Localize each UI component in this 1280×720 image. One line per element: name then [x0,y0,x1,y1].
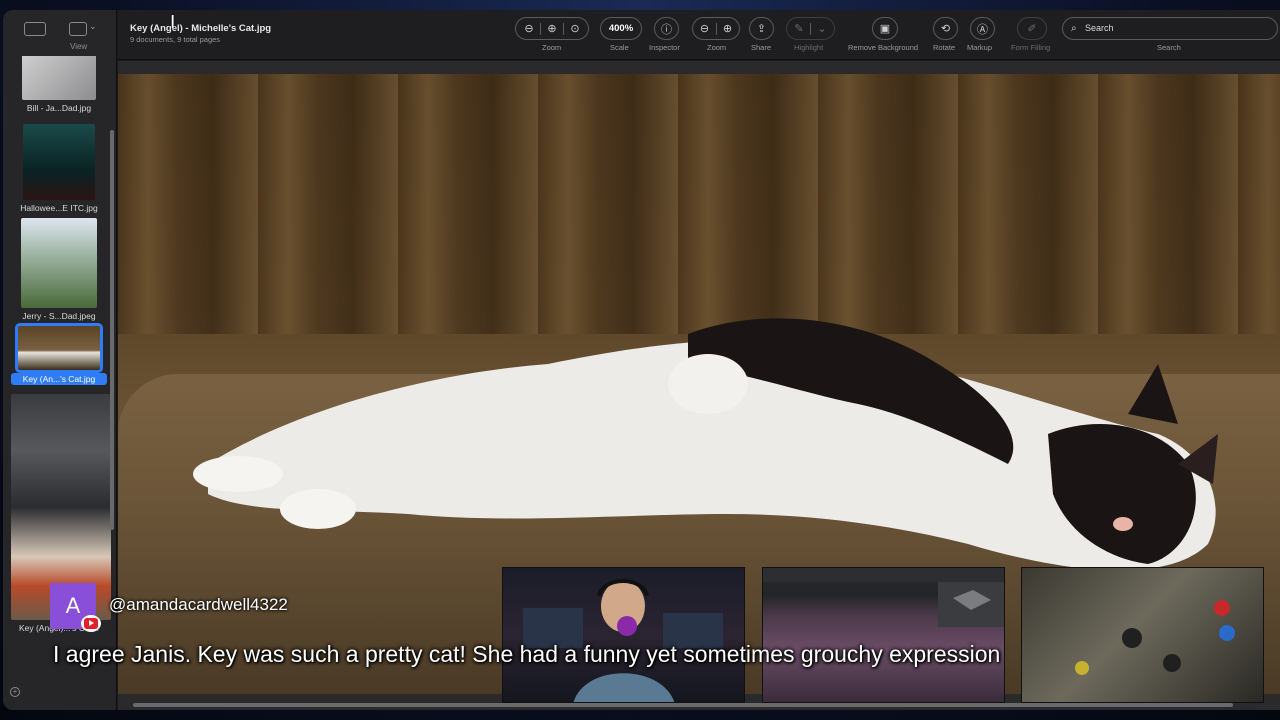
info-icon: ⓘ [661,23,672,36]
thumbnail-item[interactable]: Jerry - S...Dad.jpeg [11,218,107,321]
zoom-fit-icon[interactable]: ⊙ [564,22,586,35]
view-menu-icon[interactable] [69,22,87,36]
screen-capture-preview [763,568,1004,627]
sidebar-scrollbar[interactable] [110,130,114,530]
thumbnail-image [21,218,97,308]
inspector-button[interactable]: ⓘ [654,17,679,40]
thumbnail-image [15,323,103,373]
zoom-out-icon[interactable]: ⊖ [518,22,540,35]
document-title: Key (Angel) - Michelle's Cat.jpg [130,23,272,34]
highlight-button[interactable]: ✎ ⌄ [786,17,835,40]
thumbnail-image [22,56,96,100]
remove-background-button[interactable]: ▣ [872,17,898,40]
webcam-feed-desk [1021,567,1264,703]
thumbnail-caption: Key (An...'s Cat.jpg [11,373,107,385]
search-label: Search [1157,43,1181,52]
chat-message: I agree Janis. Key was such a pretty cat… [53,641,1001,667]
cat-illustration [193,318,1218,571]
sidebar-header: ⌄ View [3,10,116,54]
view-label: View [70,42,88,51]
rotate-icon: ⟲ [940,23,951,35]
search-placeholder: Search [1085,23,1114,33]
search-icon: ⌕ [1071,23,1077,34]
zoom-in-icon[interactable]: ⊕ [541,22,563,35]
markup-label: Markup [967,43,993,52]
markup-icon: Ⓐ [977,23,988,36]
highlighter-icon: ✎ [794,23,804,35]
screen: ⌄ View Bill - Ja...Dad.jpg Hallowee...E … [0,0,1280,720]
add-page-icon[interactable]: + [10,687,20,697]
sidebar-toggle-icon[interactable] [24,22,46,36]
thumbnail-item-selected[interactable]: Key (An...'s Cat.jpg [11,323,107,385]
screen-capture-feed [762,567,1005,703]
scale-value[interactable]: 400% [609,23,633,34]
scale-field[interactable]: 400% [600,17,642,40]
zoom2-control-group[interactable]: ⊖ ⊕ [692,17,740,40]
share-button[interactable]: ⇪ [749,17,774,40]
zoom-label: Zoom [542,43,562,52]
horizontal-scrollbar[interactable] [133,703,1233,707]
thumbnail-item[interactable]: Hallowee...E ITC.jpg [11,124,107,213]
text-cursor-icon: I [170,12,176,33]
rotate-button[interactable]: ⟲ [933,17,958,40]
form-filling-label: Form Filling [1011,43,1051,52]
chevron-down-icon[interactable]: ⌄ [811,22,833,35]
chevron-down-icon[interactable]: ⌄ [89,21,97,32]
zoom2-label: Zoom [707,43,727,52]
thumbnail-item[interactable]: Bill - Ja...Dad.jpg [11,56,107,113]
document-subtitle: 9 documents, 9 total pages [130,35,221,44]
thumbnail-caption: Hallowee...E ITC.jpg [20,203,98,213]
inspector-label: Inspector [649,43,680,52]
scale-label: Scale [610,43,629,52]
thumbnail-caption: Jerry - S...Dad.jpeg [22,311,96,321]
share-icon: ⇪ [756,23,767,35]
zoom-out-icon[interactable]: ⊖ [694,22,716,35]
webcam-feed-presenter [502,567,745,703]
remove-background-label: Remove Background [848,43,919,52]
form-filling-icon: ✐ [1027,23,1037,35]
share-label: Share [751,43,772,52]
thumbnail-image [23,124,95,200]
youtube-icon [81,615,101,632]
markup-button[interactable]: Ⓐ [970,17,995,40]
thumbnail-caption: Bill - Ja...Dad.jpg [26,103,92,113]
search-input[interactable]: ⌕ Search [1062,17,1278,40]
desk-camera-preview [1075,600,1235,675]
chat-username: @amandacardwell4322 [109,595,288,614]
highlight-label: Highlight [794,43,824,52]
presenter-silhouette [523,579,723,702]
zoom-control-group[interactable]: ⊖ ⊕ ⊙ [515,17,589,40]
rotate-label: Rotate [933,43,956,52]
form-filling-button[interactable]: ✐ [1017,17,1047,40]
zoom-in-icon[interactable]: ⊕ [717,22,739,35]
remove-background-icon: ▣ [879,23,891,35]
toolbar: Key (Angel) - Michelle's Cat.jpg 9 docum… [118,10,1280,60]
